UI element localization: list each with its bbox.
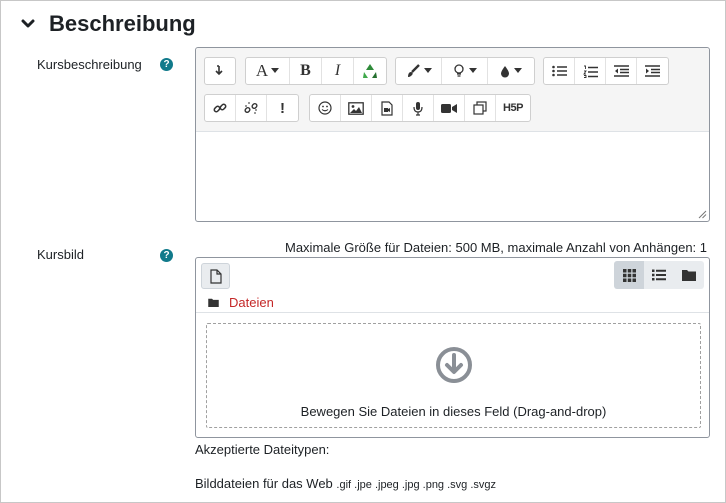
record-audio-button[interactable] [403,95,434,121]
emoji-button[interactable] [310,95,341,121]
dropzone-text: Bewegen Sie Dateien in dieses Feld (Drag… [300,404,607,419]
accepted-types-list: Bilddateien für das Web .gif .jpe .jpeg … [195,476,496,491]
caret-down-icon [271,68,280,73]
italic-button[interactable]: I [322,58,354,84]
collapse-toolbar-button[interactable] [205,58,235,84]
link-icon [213,103,227,113]
italic-icon: I [334,62,341,79]
link-button[interactable] [205,95,236,121]
record-video-button[interactable] [434,95,465,121]
folder-icon [208,298,219,307]
ordered-list-button[interactable] [575,58,606,84]
collapse-icon [215,65,223,76]
recycle-button[interactable] [354,58,386,84]
lightbulb-button[interactable] [442,58,488,84]
bold-button[interactable]: B [290,58,322,84]
file-limits-text: Maximale Größe für Dateien: 500 MB, maxi… [285,240,707,255]
icon-view-button[interactable] [614,261,644,289]
video-camera-icon [441,103,457,113]
caret-down-icon [468,68,477,73]
chevron-down-icon[interactable] [21,17,35,31]
file-picker: Dateien Bewegen Sie Dateien in dieses Fe… [195,257,710,438]
help-icon[interactable]: ? [160,58,173,71]
toolbar-group-lists [543,57,669,85]
smiley-icon [318,101,332,115]
accepted-extensions: .gif .jpe .jpeg .jpg .png .svg .svgz [336,479,497,491]
toolbar-group-media: H5P [309,94,531,122]
accepted-types-label: Akzeptierte Dateitypen: [195,442,330,457]
recycle-icon [363,64,377,78]
bold-icon: B [300,62,311,79]
ordered-list-icon [582,65,598,78]
list-icon [652,269,666,281]
copy-files-icon [473,101,487,115]
file-dropzone[interactable]: Bewegen Sie Dateien in dieses Feld (Drag… [206,323,701,428]
indent-icon [645,65,660,77]
file-picker-toolbar: Dateien [196,258,709,313]
accessibility-checker-button[interactable]: ! [267,95,298,121]
brush-icon [407,64,420,77]
view-switcher [614,261,704,289]
manage-files-button[interactable] [465,95,496,121]
outdent-button[interactable] [606,58,637,84]
file-video-icon [381,100,393,116]
editor-content-area[interactable] [196,133,709,221]
h5p-icon: H5P [503,102,523,114]
course-description-editor[interactable]: A B I ! H5P [195,47,710,222]
toolbar-group-links: ! [204,94,299,122]
folder-icon [682,270,696,281]
editor-toolbar: A B I ! H5P [196,48,709,132]
toolbar-group-collapse [204,57,236,85]
accepted-type-name: Bilddateien für das Web [195,476,333,491]
caret-down-icon [423,68,432,73]
lightbulb-icon [453,64,464,77]
font-style-button[interactable]: A [246,58,290,84]
color-button[interactable] [488,58,534,84]
brush-button[interactable] [396,58,442,84]
grid-icon [622,268,636,282]
path-link-files[interactable]: Dateien [229,295,274,310]
image-button[interactable] [341,95,372,121]
unordered-list-icon [551,65,567,77]
tint-icon [501,65,509,77]
unlink-button[interactable] [236,95,267,121]
media-button[interactable] [372,95,403,121]
section-title: Beschreibung [49,11,196,36]
form-frame: Beschreibung Kursbeschreibung ? A B I ! … [0,0,726,503]
font-icon: A [255,61,269,80]
course-image-label: Kursbild [37,247,84,262]
list-view-button[interactable] [644,261,674,289]
breadcrumb: Dateien [208,295,274,310]
file-icon [209,268,222,284]
h5p-button[interactable]: H5P [496,95,530,121]
help-icon[interactable]: ? [160,249,173,262]
add-file-button[interactable] [201,263,230,289]
download-arrow-icon [436,347,472,383]
unlink-icon [244,102,258,114]
tree-view-button[interactable] [674,261,704,289]
unordered-list-button[interactable] [544,58,575,84]
caret-down-icon [514,68,522,73]
exclamation-icon: ! [280,99,285,117]
resize-handle-icon[interactable] [698,210,707,219]
toolbar-group-style [395,57,535,85]
outdent-icon [613,65,629,77]
course-description-label: Kursbeschreibung [37,57,142,72]
section-header[interactable]: Beschreibung [21,9,196,39]
toolbar-group-text: A B I [245,57,387,85]
image-icon [348,101,364,115]
indent-button[interactable] [637,58,668,84]
microphone-icon [413,101,423,116]
